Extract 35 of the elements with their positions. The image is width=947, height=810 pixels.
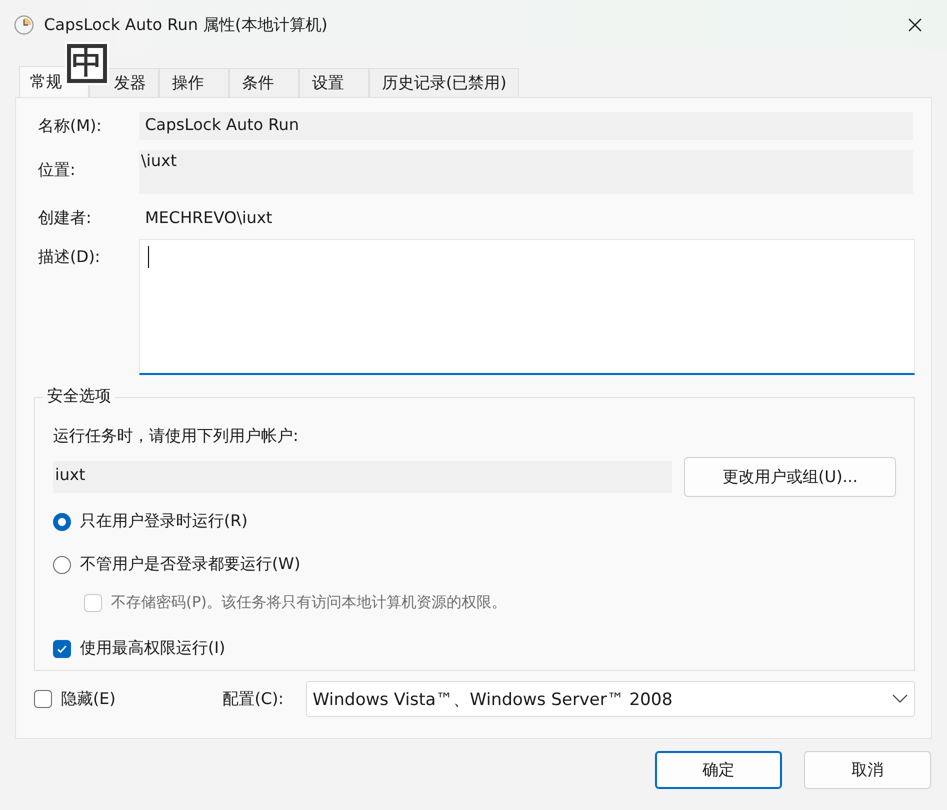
option-label: 隐藏(E)	[61, 688, 116, 710]
tab[interactable]: 设置	[299, 68, 369, 98]
dialog-button[interactable]: 取消	[804, 751, 931, 789]
author-value: MECHREVO\iuxt	[144, 208, 274, 227]
description-field[interactable]	[139, 239, 915, 375]
close-icon	[907, 17, 923, 33]
chevron-down-icon	[892, 694, 908, 704]
dialog-button[interactable]: 确定	[655, 751, 782, 789]
option-label: 不存储密码(P)。该任务将只有访问本地计算机资源的权限。	[111, 593, 507, 612]
check-icon	[56, 642, 68, 654]
field-label: 创建者:	[38, 208, 92, 229]
option-label: 使用最高权限运行(I)	[80, 638, 226, 659]
tab[interactable]: 历史记录(已禁用)	[369, 68, 520, 98]
tab[interactable]: 条件	[229, 68, 299, 98]
account-label: 运行任务时，请使用下列用户帐户:	[53, 426, 300, 447]
ime-mode-tooltip: 中	[65, 42, 109, 85]
field-label: 配置(C):	[222, 688, 285, 710]
radio-button[interactable]	[53, 556, 71, 574]
text-caret	[148, 246, 149, 268]
option-label: 只在用户登录时运行(R)	[80, 511, 248, 532]
radio-button[interactable]	[53, 512, 71, 530]
field-label: 位置:	[38, 159, 76, 181]
account-field[interactable]: iuxt	[53, 461, 672, 493]
field-label: 描述(D):	[38, 246, 102, 268]
clock-icon	[14, 15, 34, 35]
configure-dropdown[interactable]: Windows Vista™、Windows Server™ 2008	[306, 681, 915, 717]
change-user-button[interactable]: 更改用户或组(U)...	[684, 457, 896, 497]
location-field[interactable]: \iuxt	[139, 150, 913, 194]
window-title: CapsLock Auto Run 属性(本地计算机)	[44, 14, 329, 36]
checkbox[interactable]	[34, 690, 52, 708]
name-field[interactable]: CapsLock Auto Run	[139, 112, 913, 140]
tab[interactable]: 操作	[159, 68, 229, 98]
option-label: 不管用户是否登录都要运行(W)	[80, 554, 300, 575]
field-label: 名称(M):	[38, 115, 103, 137]
checkbox[interactable]	[53, 640, 71, 658]
